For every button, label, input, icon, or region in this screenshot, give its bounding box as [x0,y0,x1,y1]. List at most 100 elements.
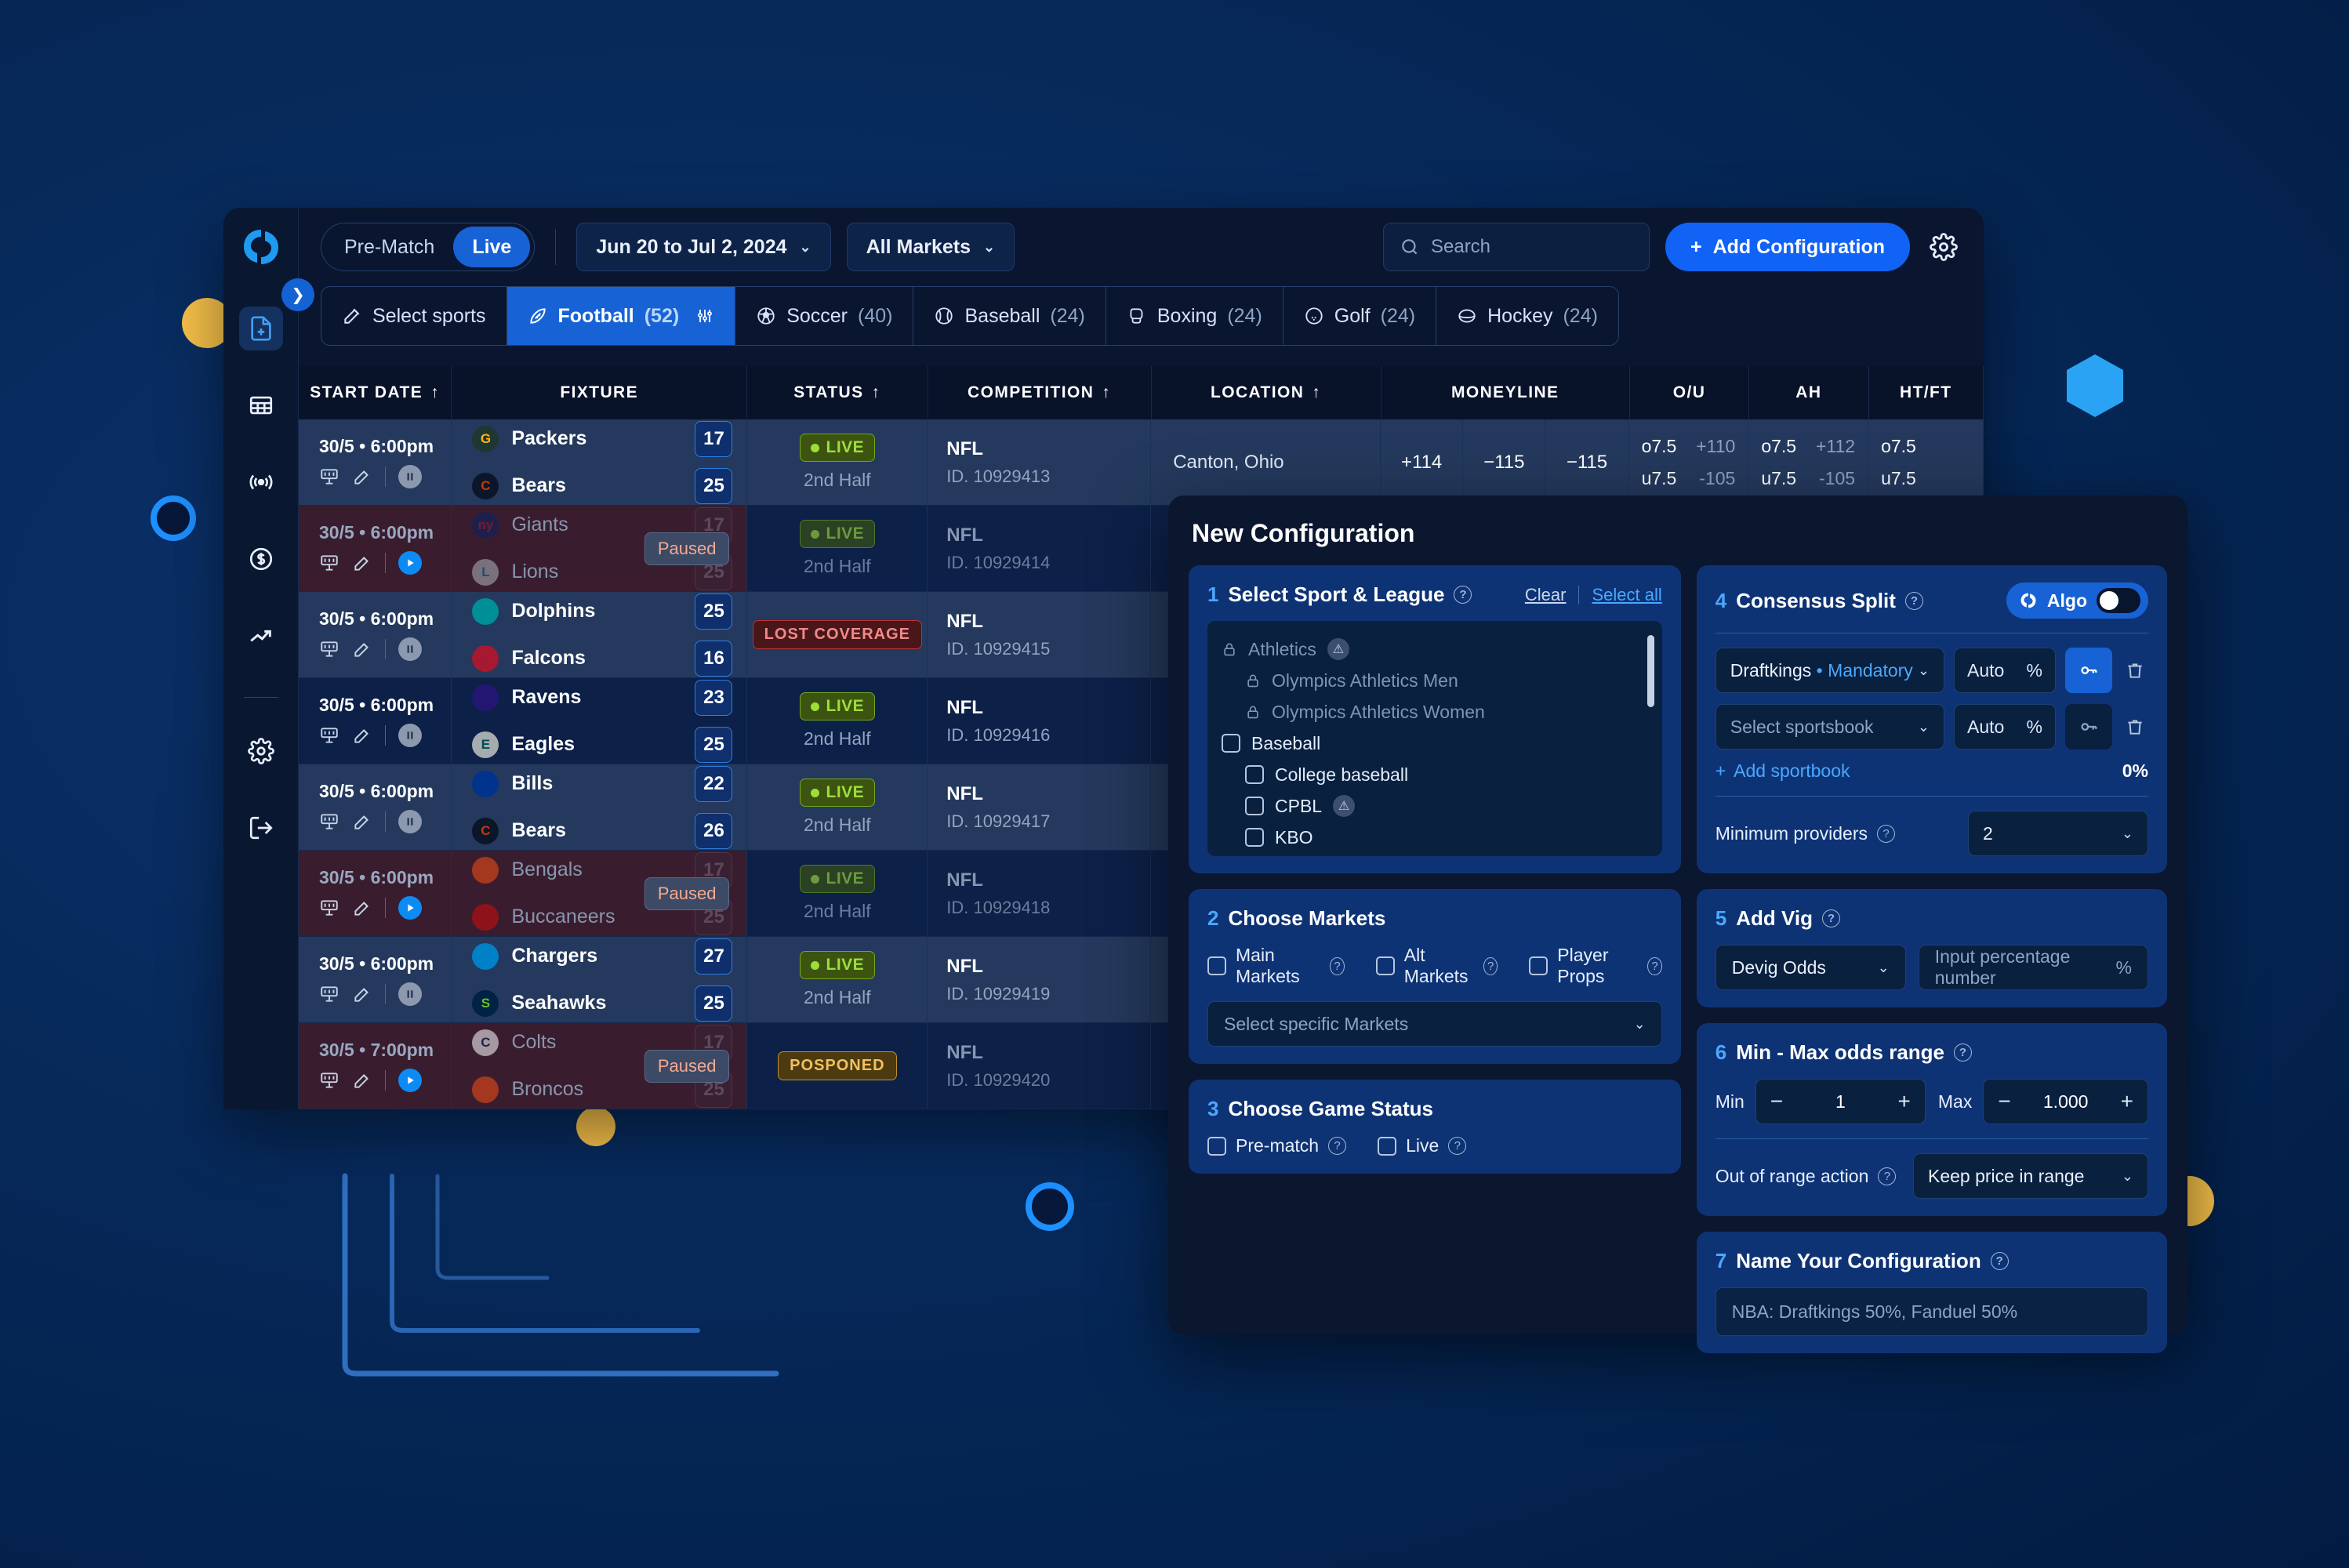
sidebar-item-settings[interactable] [239,729,283,773]
sidebar-item-table[interactable] [239,383,283,427]
tab-football[interactable]: Football (52) [506,287,736,345]
market-checkbox-group[interactable]: Main Markets? Alt Markets? Player Props? [1207,945,1662,987]
row-actions[interactable] [319,724,451,747]
help-icon[interactable]: ? [1990,1252,2009,1270]
sidebar-item-logout[interactable] [239,806,283,850]
row-actions[interactable] [319,982,451,1006]
lock-weight-button[interactable] [2065,648,2112,693]
max-odds-stepper[interactable]: − 1.000 + [1983,1079,2149,1124]
settings-gear-button[interactable] [1926,229,1962,265]
filter-icon[interactable] [695,307,714,325]
row-actions[interactable] [319,1069,451,1092]
lock-weight-button[interactable] [2065,704,2112,750]
sportsbook-select[interactable]: Draftkings • Mandatory ⌄ [1715,648,1944,693]
checkbox[interactable] [1245,828,1264,847]
scoreboard-icon[interactable] [319,553,339,573]
increment-icon[interactable]: + [2121,1089,2133,1114]
sport-league-list[interactable]: Athletics ⚠ Olympics Athletics Men Olympics… [1207,621,1662,856]
tab-hockey[interactable]: Hockey (24) [1436,287,1618,345]
sport-tabs[interactable]: Select sports Football (52) Soccer (40) Baseb… [321,286,1619,346]
select-all-link[interactable]: Select all [1592,585,1661,605]
edit-icon[interactable] [352,811,372,832]
sportsbook-select[interactable]: Select sportsbook ⌄ [1715,704,1944,750]
checkbox[interactable] [1222,734,1240,753]
search-input[interactable]: Search [1382,223,1650,271]
checkbox[interactable] [1529,956,1548,975]
help-icon[interactable]: ? [1328,1137,1347,1155]
devig-method-select[interactable]: Devig Odds ⌄ [1715,945,1906,990]
help-icon[interactable]: ? [1878,1167,1897,1185]
moneyline-away[interactable]: −115 [1567,452,1607,474]
edit-icon[interactable] [352,898,372,918]
edit-icon[interactable] [352,1070,372,1091]
help-icon[interactable]: ? [1821,909,1840,927]
increment-icon[interactable]: + [1898,1089,1911,1114]
sidebar-collapse-button[interactable]: ❯ [281,278,314,311]
checkbox[interactable] [1245,765,1264,784]
add-configuration-button[interactable]: + Add Configuration [1665,223,1910,271]
row-actions[interactable] [319,896,451,920]
game-status-checkbox-group[interactable]: Pre-match? Live? [1207,1135,1662,1156]
delete-sportsbook-button[interactable] [2122,717,2148,737]
algo-toggle[interactable]: Algo [2006,583,2148,619]
help-icon[interactable]: ? [1448,1137,1467,1155]
help-icon[interactable]: ? [1647,956,1662,975]
markets-filter-select[interactable]: All Markets ⌄ [846,223,1015,271]
tab-select-sports[interactable]: Select sports [321,287,507,345]
pause-button[interactable] [398,982,422,1006]
ou-odds-cell[interactable]: o7.5 +110 u7.5 -105 [1628,419,1749,506]
help-icon[interactable]: ? [1483,956,1498,975]
add-sportbook-link[interactable]: + Add sportbook [1715,760,1850,782]
moneyline-draw[interactable]: −115 [1483,452,1524,474]
min-providers-select[interactable]: 2 ⌄ [1968,811,2148,856]
edit-icon[interactable] [352,984,372,1004]
scoreboard-icon[interactable] [319,1070,339,1091]
tab-baseball[interactable]: Baseball (24) [913,287,1106,345]
checkbox[interactable] [1375,956,1395,975]
edit-icon[interactable] [352,725,372,746]
market-check-alt-markets[interactable]: Alt Markets? [1375,945,1498,987]
help-icon[interactable]: ? [1904,591,1923,610]
checkbox[interactable] [1245,797,1264,815]
mode-segmented-control[interactable]: Pre-Match Live [321,223,536,271]
row-actions[interactable] [319,637,451,661]
league-list-item[interactable]: College baseball [1222,759,1648,790]
algo-switch[interactable] [2097,588,2140,613]
vig-percentage-input[interactable]: Input percentage number % [1918,945,2148,990]
scoreboard-icon[interactable] [319,466,339,487]
scoreboard-icon[interactable] [319,811,339,832]
help-icon[interactable]: ? [1330,956,1345,975]
ah-odds-cell[interactable]: o7.5 +112 u7.5 -105 [1748,419,1869,506]
htft-odds-cell[interactable]: o7.5 u7.5 [1868,419,1984,506]
market-check-main-markets[interactable]: Main Markets? [1207,945,1345,987]
sidebar-item-trending[interactable] [239,614,283,658]
mode-live-button[interactable]: Live [453,227,531,267]
scoreboard-icon[interactable] [319,725,339,746]
pause-button[interactable] [398,637,422,661]
league-list-item[interactable]: CPBL ⚠ [1222,790,1648,822]
help-icon[interactable]: ? [1877,824,1895,843]
moneyline-home[interactable]: +114 [1401,452,1442,474]
help-icon[interactable]: ? [1454,586,1472,604]
row-actions[interactable] [319,465,451,488]
decrement-icon[interactable]: − [1770,1089,1783,1114]
tab-boxing[interactable]: Boxing (24) [1106,287,1283,345]
specific-markets-select[interactable]: Select specific Markets ⌄ [1207,1001,1662,1047]
clear-link[interactable]: Clear [1525,585,1567,605]
sidebar-item-pricing[interactable] [239,537,283,581]
league-list-item[interactable]: MLB [1222,853,1648,856]
edit-icon[interactable] [352,553,372,573]
configuration-name-input[interactable]: NBA: Draftkings 50%, Fanduel 50% [1715,1287,2148,1336]
pause-button[interactable] [398,810,422,833]
resume-button[interactable] [398,896,422,920]
table-row[interactable]: 30/5 • 6:00pm G Packers 17 C Bears 25 LIVE 2nd H… [299,419,1984,506]
sportsbook-weight-input[interactable]: Auto% [1954,704,2056,750]
status-check-pre-match[interactable]: Pre-match? [1207,1135,1347,1156]
list-scrollbar-thumb[interactable] [1646,635,1654,707]
decrement-icon[interactable]: − [1998,1089,2010,1114]
row-actions[interactable] [319,551,451,575]
help-icon[interactable]: ? [1954,1044,1973,1062]
checkbox[interactable] [1207,956,1226,975]
resume-button[interactable] [398,551,422,575]
header-location[interactable]: LOCATION ↑ [1151,366,1381,419]
